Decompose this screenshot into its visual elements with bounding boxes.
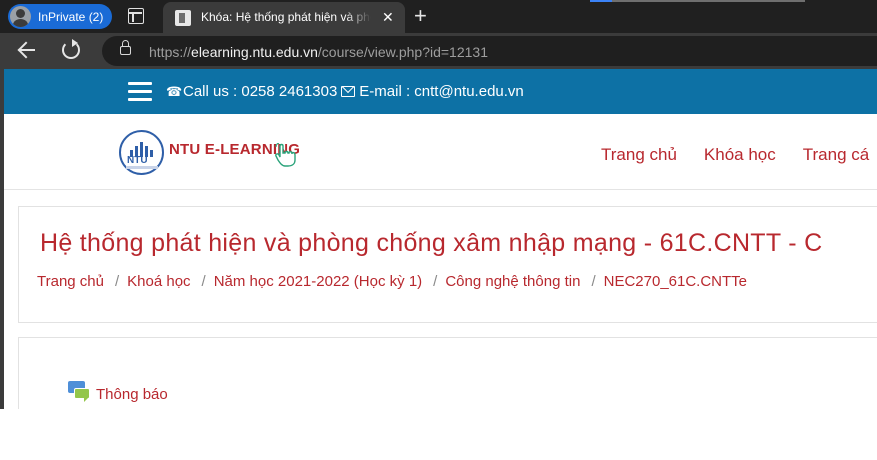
browser-tab-active[interactable]: Khóa: Hệ thống phát hiện và phòng ✕ [163,2,405,33]
ntu-seal-logo: NTU [119,130,164,175]
breadcrumb-school-year[interactable]: Năm học 2021-2022 (Học kỳ 1) [214,273,422,290]
contact-info: ☎ Call us : 0258 2461303 E-mail : cntt@n… [166,83,524,100]
window-edge-divider [590,0,805,2]
phone-text: Call us : 0258 2461303 [183,83,338,100]
url-prefix: https:// [149,44,192,60]
menu-item-personal[interactable]: Trang cá [803,145,869,165]
course-header-card: Hệ thống phát hiện và phòng chống xâm nh… [18,206,877,323]
main-menu: Trang chủ Khóa học Trang cá [601,145,877,165]
site-navbar: NTU NTU E-LEARNING Trang chủ Khóa học Tr… [4,114,877,190]
menu-item-home[interactable]: Trang chủ [601,145,677,165]
url-path: /course/view.php?id=12131 [317,44,488,60]
url-host: elearning.ntu.edu.vn [191,44,318,60]
new-tab-icon[interactable]: + [414,3,427,29]
back-arrow-icon[interactable] [16,39,38,61]
lock-icon[interactable] [120,40,131,55]
menu-item-courses[interactable]: Khóa học [704,145,776,165]
email-text: E-mail : cntt@ntu.edu.vn [359,83,524,100]
tab-actions-icon[interactable] [128,8,144,24]
breadcrumb-home[interactable]: Trang chủ [37,273,104,290]
breadcrumb-separator: / [201,273,206,290]
hamburger-menu-icon[interactable] [128,82,152,102]
breadcrumb-separator: / [433,273,438,290]
tab-favicon-icon [175,10,191,26]
phone-icon: ☎ [166,83,183,99]
url-text[interactable]: https://elearning.ntu.edu.vn/course/view… [149,44,488,60]
breadcrumb-separator: / [114,273,120,290]
envelope-icon [341,86,356,97]
address-bar[interactable]: https://elearning.ntu.edu.vn/course/view… [102,36,877,66]
window-edge-accent [590,0,612,2]
tab-title: Khóa: Hệ thống phát hiện và phòng [201,10,371,24]
web-page: ☎ Call us : 0258 2461303 E-mail : cntt@n… [4,69,877,460]
breadcrumb-courses[interactable]: Khoá học [127,273,190,290]
announcements-forum[interactable]: Thông báo [68,380,168,403]
profile-label: InPrivate (2) [38,9,104,24]
inprivate-profile-button[interactable]: InPrivate (2) [8,4,112,29]
reload-icon[interactable] [62,39,80,59]
breadcrumb-department[interactable]: Công nghệ thông tin [445,273,580,290]
forum-icon [68,380,92,403]
announcements-link[interactable]: Thông báo [96,386,168,403]
course-title: Hệ thống phát hiện và phòng chống xâm nh… [40,229,823,257]
browser-toolbar: https://elearning.ntu.edu.vn/course/view… [0,33,877,69]
profile-avatar-icon [10,6,31,27]
browser-tab-bar: InPrivate (2) Khóa: Hệ thống phát hiện v… [0,0,877,33]
contact-bar: ☎ Call us : 0258 2461303 E-mail : cntt@n… [4,69,877,114]
breadcrumb-course-code[interactable]: NEC270_61C.CNTTe [604,273,747,290]
desktop-background [0,409,877,460]
breadcrumb-separator: / [591,273,596,290]
pointing-hand-icon [275,143,296,167]
tab-close-icon[interactable]: ✕ [382,8,394,26]
ntu-elearning-logo[interactable]: NTU NTU E-LEARNING [119,130,309,178]
seal-text: NTU [127,155,148,166]
breadcrumb: Trang chủ / Khoá học / Năm học 2021-2022… [37,273,747,290]
